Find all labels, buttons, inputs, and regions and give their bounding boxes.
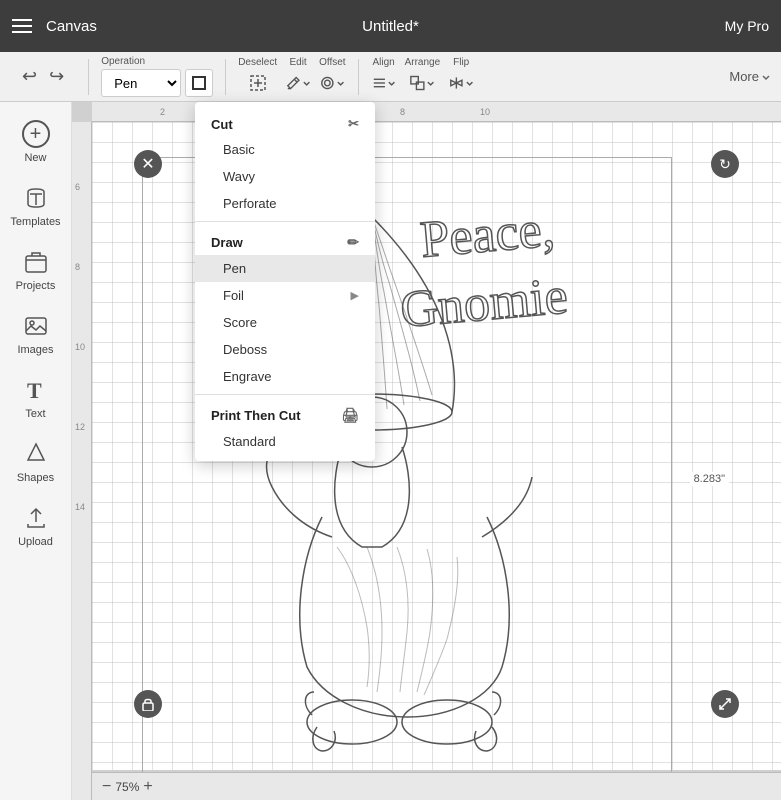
offset-action: Offset xyxy=(319,57,346,96)
operation-select[interactable]: Pen Cut Draw xyxy=(101,69,181,97)
hamburger-menu[interactable] xyxy=(12,19,32,33)
templates-icon xyxy=(22,184,50,212)
menu-item-score[interactable]: Score xyxy=(195,309,375,336)
height-dimension: 8.283" xyxy=(690,472,729,486)
menu-item-deboss[interactable]: Deboss xyxy=(195,336,375,363)
projects-icon xyxy=(22,248,50,276)
operation-dropdown: Cut ✂ Basic Wavy Perforate Draw ✏ Pen Fo… xyxy=(195,102,375,461)
toolbar: ↩ ↪ Operation Pen Cut Draw Deselect Edit xyxy=(0,52,781,102)
sidebar-item-projects[interactable]: Projects xyxy=(0,240,71,300)
operation-label: Operation xyxy=(101,56,145,67)
edit-action: Edit xyxy=(285,57,311,96)
sidebar-item-upload[interactable]: Upload xyxy=(0,496,71,556)
menu-item-wavy[interactable]: Wavy xyxy=(195,163,375,190)
lock-handle[interactable] xyxy=(134,690,162,718)
deselect-button[interactable] xyxy=(245,70,271,96)
menu-item-foil[interactable]: Foil ▶ xyxy=(195,282,375,309)
print-then-cut-section-header: Print Then Cut 🖨 xyxy=(195,399,375,428)
sidebar-item-new-label: New xyxy=(24,152,46,164)
offset-label: Offset xyxy=(319,57,346,68)
undo-button[interactable]: ↩ xyxy=(18,64,41,89)
menu-item-standard[interactable]: Standard xyxy=(195,428,375,455)
flip-label: Flip xyxy=(453,57,469,68)
toolbar-divider-3 xyxy=(358,59,359,95)
menu-item-engrave[interactable]: Engrave xyxy=(195,363,375,390)
arrange-button[interactable] xyxy=(409,70,435,96)
zoom-bar: − 75% + xyxy=(92,772,781,800)
toolbar-divider-2 xyxy=(225,59,226,95)
sidebar-item-text[interactable]: T Text xyxy=(0,368,71,428)
canvas-label: Canvas xyxy=(46,18,97,35)
scissors-icon: ✂ xyxy=(348,116,359,132)
zoom-value: 75% xyxy=(115,780,139,794)
sidebar-item-text-label: Text xyxy=(25,408,45,420)
align-action: Align xyxy=(371,57,397,96)
zoom-out-button[interactable]: − xyxy=(102,778,111,796)
sidebar-item-shapes-label: Shapes xyxy=(17,472,54,484)
deselect-action: Deselect xyxy=(238,57,277,96)
draw-label: Draw xyxy=(211,235,243,250)
menu-separator-2 xyxy=(195,394,375,395)
menu-item-basic[interactable]: Basic xyxy=(195,136,375,163)
align-label: Align xyxy=(372,57,394,68)
zoom-in-button[interactable]: + xyxy=(143,778,152,796)
ruler-vertical: 6 8 10 12 14 xyxy=(72,122,92,800)
deselect-label: Deselect xyxy=(238,57,277,68)
draw-section-header: Draw ✏ xyxy=(195,226,375,255)
sidebar-item-new[interactable]: + New xyxy=(0,112,71,172)
edit-button[interactable] xyxy=(285,70,311,96)
menu-separator-1 xyxy=(195,221,375,222)
topbar: Canvas Untitled* My Pro xyxy=(0,0,781,52)
menu-item-perforate[interactable]: Perforate xyxy=(195,190,375,217)
operation-section: Operation Pen Cut Draw xyxy=(101,56,213,97)
cut-label: Cut xyxy=(211,117,233,132)
main-area: + New Templates Projects Images T Text S… xyxy=(0,102,781,800)
print-icon: 🖨 xyxy=(341,407,359,424)
arrange-action: Arrange xyxy=(405,57,441,96)
arrange-label: Arrange xyxy=(405,57,441,68)
sidebar: + New Templates Projects Images T Text S… xyxy=(0,102,72,800)
sidebar-item-templates[interactable]: Templates xyxy=(0,176,71,236)
square-icon-btn[interactable] xyxy=(185,69,213,97)
account-label[interactable]: My Pro xyxy=(725,18,769,34)
align-button[interactable] xyxy=(371,70,397,96)
flip-button[interactable] xyxy=(448,70,474,96)
svg-text:T: T xyxy=(27,378,42,403)
upload-icon xyxy=(22,504,50,532)
flip-action: Flip xyxy=(448,57,474,96)
sidebar-item-upload-label: Upload xyxy=(18,536,53,548)
new-icon: + xyxy=(22,120,50,148)
canvas-area[interactable]: 2 4 6 8 10 6 8 10 12 14 Peace, Gnomie xyxy=(72,102,781,800)
document-title: Untitled* xyxy=(362,18,419,35)
undo-redo-group: ↩ ↪ xyxy=(18,64,68,89)
toolbar-divider-1 xyxy=(88,59,89,95)
more-button[interactable]: More xyxy=(729,69,771,84)
redo-button[interactable]: ↪ xyxy=(45,64,68,89)
text-icon: T xyxy=(22,376,50,404)
sidebar-item-images-label: Images xyxy=(17,344,53,356)
print-then-cut-label: Print Then Cut xyxy=(211,408,301,423)
shapes-icon xyxy=(22,440,50,468)
scale-handle[interactable] xyxy=(711,690,739,718)
draw-pen-icon: ✏ xyxy=(347,234,359,251)
sidebar-item-projects-label: Projects xyxy=(16,280,56,292)
images-icon xyxy=(22,312,50,340)
rotate-handle[interactable]: ↻ xyxy=(711,150,739,178)
sidebar-item-shapes[interactable]: Shapes xyxy=(0,432,71,492)
offset-button[interactable] xyxy=(319,70,345,96)
sidebar-item-images[interactable]: Images xyxy=(0,304,71,364)
foil-arrow-icon: ▶ xyxy=(351,289,359,302)
cut-section-header: Cut ✂ xyxy=(195,108,375,136)
edit-label: Edit xyxy=(289,57,306,68)
menu-item-pen[interactable]: Pen xyxy=(195,255,375,282)
close-button[interactable]: ✕ xyxy=(134,150,162,178)
sidebar-item-templates-label: Templates xyxy=(10,216,60,228)
